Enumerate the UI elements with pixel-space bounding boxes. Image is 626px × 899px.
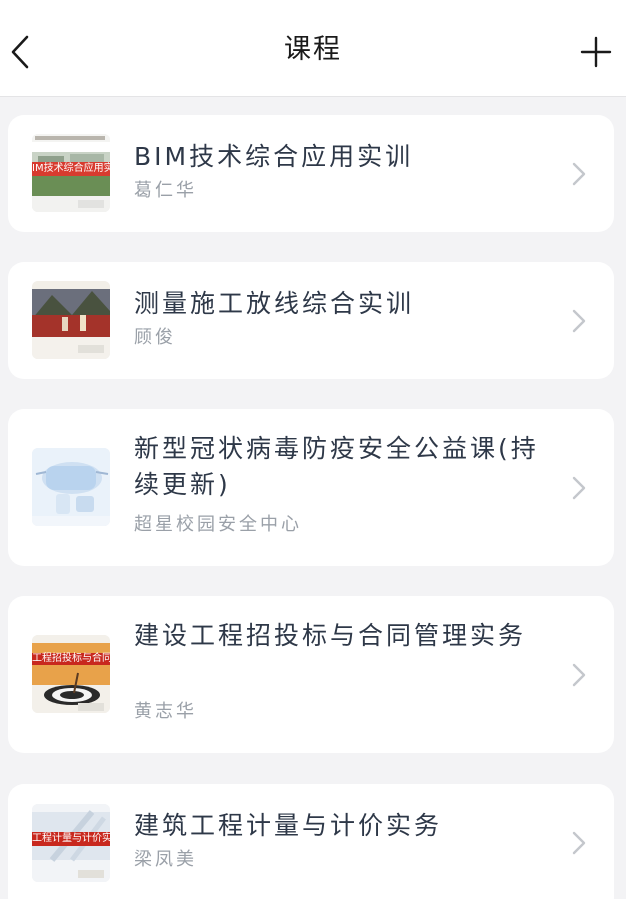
course-title: 测量施工放线综合实训 <box>134 289 415 318</box>
course-thumbnail <box>32 281 110 359</box>
page-title: 课程 <box>284 34 342 65</box>
course-thumbnail: 工程计量与计价实 <box>32 804 110 882</box>
course-card[interactable]: 工程计量与计价实 建筑工程计量与计价实务 梁凤美 <box>8 784 614 899</box>
course-thumbnail: IM技术综合应用实 <box>32 134 110 212</box>
course-author: 顾俊 <box>134 327 176 348</box>
chevron-right-icon <box>570 308 588 334</box>
course-card[interactable]: IM技术综合应用实 BIM技术综合应用实训 葛仁华 <box>8 115 614 232</box>
nav-bar: 课程 <box>0 0 626 97</box>
course-thumbnail: 工程招投标与合同管理 <box>32 635 110 713</box>
thumbnail-caption: IM技术综合应用实 <box>32 163 110 174</box>
course-author: 梁凤美 <box>134 849 197 870</box>
chevron-right-icon <box>570 161 588 187</box>
chevron-right-icon <box>570 662 588 688</box>
thumbnail-caption: 工程招投标与合同管理 <box>32 653 110 664</box>
add-course-button[interactable] <box>576 30 616 74</box>
add-icon <box>580 36 612 68</box>
course-card[interactable]: 测量施工放线综合实训 顾俊 <box>8 262 614 379</box>
chevron-right-icon <box>570 475 588 501</box>
course-card[interactable]: 工程招投标与合同管理 建设工程招投标与合同管理实务 黄志华 <box>8 596 614 753</box>
course-thumbnail <box>32 448 110 526</box>
thumbnail-caption: 工程计量与计价实 <box>32 833 110 844</box>
course-title: BIM技术综合应用实训 <box>134 142 414 171</box>
course-title: 建筑工程计量与计价实务 <box>134 811 443 840</box>
chevron-right-icon <box>570 830 588 856</box>
course-author: 超星校园安全中心 <box>134 514 302 535</box>
course-author: 葛仁华 <box>134 180 197 201</box>
course-card[interactable]: 新型冠状病毒防疫安全公益课(持续更新) 超星校园安全中心 <box>8 409 614 566</box>
course-title: 新型冠状病毒防疫安全公益课(持续更新) <box>134 434 539 499</box>
course-author: 黄志华 <box>134 701 197 722</box>
course-title: 建设工程招投标与合同管理实务 <box>134 621 527 650</box>
